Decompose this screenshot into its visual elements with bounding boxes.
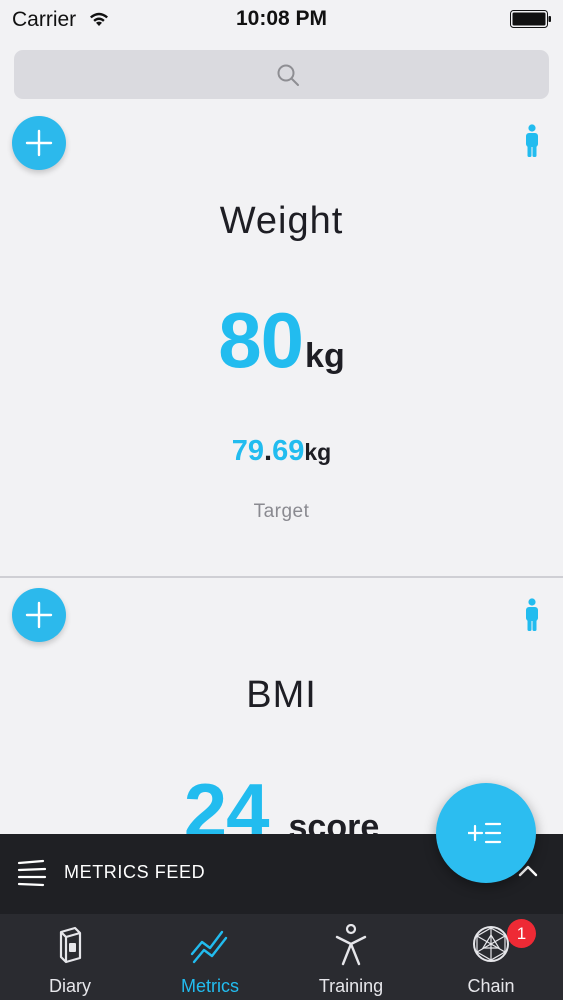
notification-badge: 1 <box>507 919 536 948</box>
tab-metrics[interactable]: Metrics <box>140 914 280 1000</box>
metric-value: 80kg <box>0 295 563 386</box>
tab-diary[interactable]: Diary <box>0 914 140 1000</box>
training-icon <box>335 924 367 966</box>
add-list-icon <box>468 822 502 844</box>
add-bmi-button[interactable] <box>12 588 66 642</box>
diary-icon <box>59 926 82 964</box>
metric-value-unit: kg <box>305 337 345 375</box>
battery-icon <box>510 10 551 28</box>
add-entry-fab[interactable] <box>436 783 536 883</box>
tab-training[interactable]: Training <box>281 914 421 1000</box>
tab-bar: Diary Metrics Training 1 Chain <box>0 914 563 1000</box>
search-bar[interactable] <box>14 50 549 99</box>
target-value-decimal: 69 <box>272 435 305 467</box>
search-icon <box>277 64 299 86</box>
status-time: 10:08 PM <box>235 7 328 30</box>
person-icon[interactable] <box>524 598 540 632</box>
chain-icon <box>473 926 509 962</box>
add-weight-button[interactable] <box>12 116 66 170</box>
tab-label: Training <box>318 976 384 996</box>
menu-lines-icon <box>17 859 47 887</box>
plus-icon <box>25 129 53 157</box>
person-icon[interactable] <box>524 124 540 158</box>
weight-metric-card[interactable]: Weight 80kg 79.69kg Target <box>0 110 563 576</box>
metric-title: Weight <box>219 200 344 242</box>
metric-value-number: 80 <box>218 296 304 384</box>
metric-value-unit: score <box>288 808 380 834</box>
target-value: 79.69kg <box>0 435 563 468</box>
status-bar: Carrier 10:08 PM <box>0 0 563 40</box>
target-value-dot: . <box>264 435 273 467</box>
tab-label: Chain <box>467 976 515 996</box>
metric-value-number: 24 <box>183 767 270 834</box>
metric-title: BMI <box>246 674 317 716</box>
tab-label: Diary <box>48 976 91 996</box>
card-divider <box>0 576 563 578</box>
metrics-feed-title: METRICS FEED <box>64 862 206 882</box>
target-label: Target <box>253 501 310 522</box>
tab-chain[interactable]: 1 Chain <box>421 914 561 1000</box>
target-value-unit: kg <box>304 439 332 465</box>
plus-icon <box>25 601 53 629</box>
metrics-icon <box>190 930 228 964</box>
target-value-integer: 79 <box>231 435 265 467</box>
tab-label: Metrics <box>181 976 239 996</box>
